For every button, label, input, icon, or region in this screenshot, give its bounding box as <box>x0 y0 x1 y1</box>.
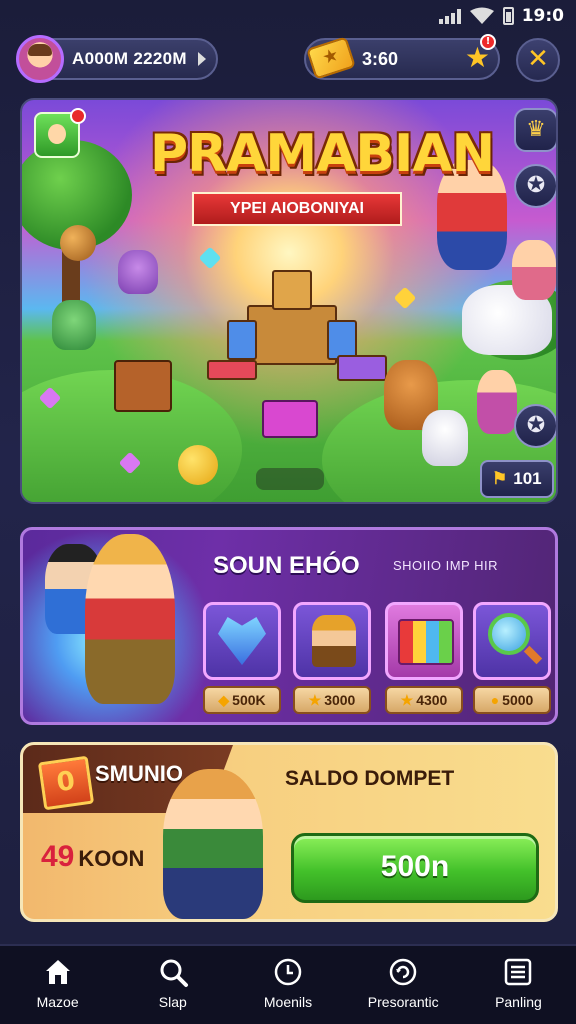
item-card[interactable] <box>473 602 551 680</box>
level-badge[interactable]: ⚑ 101 <box>480 460 554 498</box>
nav-item-search[interactable]: Slap <box>115 946 230 1024</box>
coin-icon: ● <box>490 692 500 708</box>
carousel-pager[interactable] <box>256 468 324 490</box>
star-badge-icon: ✪ <box>526 413 546 438</box>
shop-item[interactable]: ◆ 500K <box>203 602 281 714</box>
signal-icon <box>438 8 461 24</box>
trophy-button[interactable]: ♛ <box>514 108 556 152</box>
magnifier-icon <box>488 613 530 655</box>
item-price: ★ 3000 <box>293 686 371 714</box>
currency-pill[interactable]: 3:60 ★ ! <box>304 34 500 80</box>
notification-dot <box>70 108 86 124</box>
cat-character <box>422 410 468 466</box>
bottom-nav: Mazoe Slap Moenils Presorantic Panling <box>0 944 576 1024</box>
shop-panel: SOUN EHÓO SHOIIO IMP HIR ◆ 500K ★ 3000 ★ 43… <box>20 527 558 725</box>
hero-ribbon: YPEI AIOBONIYAI <box>180 192 414 226</box>
clock-icon <box>274 958 302 986</box>
profile-button[interactable]: A000M 2220M <box>16 35 218 83</box>
item-card[interactable] <box>293 602 371 680</box>
shop-item[interactable]: ★ 4300 <box>385 602 463 714</box>
battery-icon <box>502 7 514 25</box>
close-icon: ✕ <box>527 44 549 74</box>
offer-count: 49 KOON <box>41 840 145 873</box>
buy-button[interactable]: 500n <box>291 833 539 903</box>
trophy-icon: ♛ <box>526 117 546 142</box>
star-icon: ★ <box>308 691 322 708</box>
nav-label: Moenils <box>263 994 313 1010</box>
status-bar: 19:0 <box>0 0 576 34</box>
offer-title: SALDO DOMPET <box>285 767 455 790</box>
acorn-icon <box>60 225 96 261</box>
nav-item-moments[interactable]: Moenils <box>230 946 345 1024</box>
castle-illustration <box>207 265 387 381</box>
treasure-chest <box>114 360 172 412</box>
star-badge-button[interactable]: ✪ <box>514 164 556 208</box>
level-value: 101 <box>513 469 542 488</box>
flag-icon: ⚑ <box>492 469 508 488</box>
menu-icon <box>505 958 532 986</box>
nav-item-home[interactable]: Mazoe <box>0 946 115 1024</box>
star-badge-icon: ✪ <box>526 173 546 198</box>
notification-badge: ! <box>480 34 496 50</box>
hero-title: PRAMABIAN <box>150 124 495 184</box>
girl-character <box>512 240 556 300</box>
nav-label: Presorantic <box>367 994 439 1010</box>
girl-character <box>477 370 517 434</box>
item-price: ◆ 500K <box>203 686 281 714</box>
refresh-icon <box>389 958 417 986</box>
item-card[interactable] <box>203 602 281 680</box>
girl-character <box>163 769 263 919</box>
shop-item[interactable]: ★ 3000 <box>293 602 371 714</box>
chest-icon <box>398 619 454 665</box>
nav-label: Slap <box>158 994 187 1010</box>
shop-title: SOUN EHÓO <box>213 552 360 579</box>
offer-name: SMUNIO <box>95 761 183 786</box>
treasure-box <box>262 400 318 438</box>
nav-item-promotion[interactable]: Presorantic <box>346 946 461 1024</box>
item-card[interactable] <box>385 602 463 680</box>
chevron-right-icon <box>198 52 206 66</box>
badge-icon: 0 <box>37 755 95 811</box>
hero-banner[interactable]: PRAMABIAN YPEI AIOBONIYAI ♛ ✪ ✪ ⚑ 101 <box>20 98 558 504</box>
offer-panel: 0 SMUNIO SALDO DOMPET 49 KOON 500n <box>20 742 558 922</box>
gem-icon: ◆ <box>218 691 230 708</box>
search-icon <box>160 959 188 987</box>
monster-character <box>52 300 96 350</box>
nav-label: Mazoe <box>36 994 79 1010</box>
explorer-icon <box>312 615 356 667</box>
wifi-icon <box>469 7 494 24</box>
girl-character <box>85 534 175 704</box>
profile-name: A000M 2220M <box>72 49 187 68</box>
star-icon: ★ <box>400 691 414 708</box>
favorite-button[interactable]: ✪ <box>514 404 556 448</box>
status-time: 19:0 <box>521 6 564 26</box>
gem-icon <box>393 286 417 310</box>
shop-item[interactable]: ● 5000 <box>473 602 551 714</box>
item-price: ● 5000 <box>473 686 551 714</box>
home-icon <box>45 960 70 984</box>
fruit-icon <box>178 445 218 485</box>
item-price: ★ 4300 <box>385 686 463 714</box>
close-button[interactable]: ✕ <box>516 38 560 82</box>
monster-character <box>118 250 158 294</box>
heart-icon <box>218 617 266 665</box>
shop-subtitle: SHOIIO IMP HIR <box>393 558 498 573</box>
ticket-icon <box>306 36 356 80</box>
nav-label: Panling <box>495 994 542 1010</box>
nav-item-ranking[interactable]: Panling <box>461 946 576 1024</box>
currency-value: 3:60 <box>362 49 399 69</box>
avatar[interactable] <box>16 35 64 83</box>
